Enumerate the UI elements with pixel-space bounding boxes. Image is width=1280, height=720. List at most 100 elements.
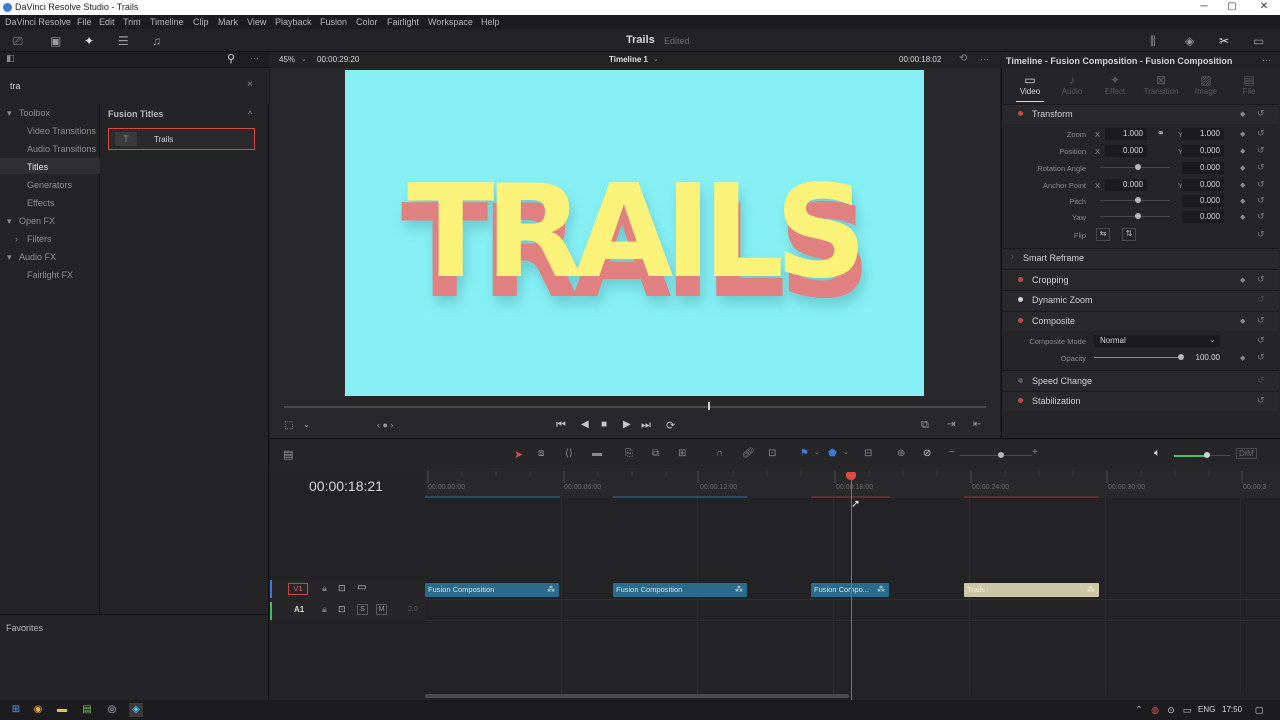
tray-chevron-icon[interactable]: ⌃ [1132, 703, 1146, 717]
menu-color[interactable]: Color [356, 17, 378, 27]
position-lock-icon[interactable]: ⊡ [768, 448, 776, 459]
tab-transition[interactable]: ⊠ Transition [1139, 73, 1183, 96]
keyframe-icon[interactable]: ◆ [1240, 317, 1245, 325]
stop-icon[interactable]: ■ [601, 419, 607, 430]
blade-tool-icon[interactable]: ▬ [592, 448, 602, 459]
keyframe-icon[interactable]: ◆ [1240, 147, 1245, 155]
keyframe-icon[interactable]: ◆ [1240, 130, 1245, 138]
overwrite-clip-icon[interactable]: ⧉ [652, 448, 659, 459]
favorites-label[interactable]: Favorites [6, 623, 43, 633]
link-icon[interactable]: ⚭ [1157, 128, 1165, 139]
zoom-out-icon[interactable]: − [949, 447, 955, 458]
menu-file[interactable]: File [77, 17, 92, 27]
next-edit-icon[interactable]: ⇥ [947, 419, 955, 430]
notifications-icon[interactable]: ▢ [1252, 703, 1266, 717]
enable-toggle[interactable] [1018, 277, 1023, 282]
anchor-y-field[interactable]: 0.000 [1182, 179, 1224, 191]
edit-index-icon[interactable]: ☰ [118, 34, 129, 48]
zoom-x-field[interactable]: 1.000 [1105, 128, 1147, 140]
caret-down-icon[interactable]: ▾ [7, 216, 12, 227]
snapping-icon[interactable]: ∩ [716, 448, 723, 459]
chevron-down-icon[interactable]: ⌄ [653, 55, 659, 63]
enable-toggle[interactable] [1018, 318, 1023, 323]
notes-icon[interactable]: ▤ [80, 703, 94, 717]
tab-video[interactable]: ▭ Video [1008, 73, 1052, 96]
tree-item-titles[interactable]: Titles [27, 162, 48, 172]
keyframe-icon[interactable]: ◆ [1240, 354, 1245, 362]
jog-icon[interactable]: ‹ ● › [377, 420, 393, 430]
menu-mark[interactable]: Mark [218, 17, 238, 27]
enable-toggle[interactable] [1018, 111, 1023, 116]
reset-icon[interactable]: ↺ [1257, 229, 1265, 240]
go-to-end-icon[interactable]: ⏭ [641, 419, 651, 432]
keyframe-icon[interactable]: ◆ [1240, 197, 1245, 205]
flip-horizontal-icon[interactable]: ⇆ [1096, 228, 1110, 241]
keyframe-icon[interactable]: ◆ [1240, 110, 1245, 118]
chevron-down-icon[interactable]: ⌄ [843, 448, 849, 456]
metadata-panel-icon[interactable]: ◈ [1185, 34, 1194, 48]
yaw-field[interactable]: 0.000 [1182, 211, 1224, 223]
collapse-icon[interactable]: ^ [248, 109, 252, 119]
timeline-view-options-icon[interactable]: ▤ [283, 448, 293, 461]
opacity-slider[interactable] [1094, 357, 1180, 358]
flip-vertical-icon[interactable]: ⇅ [1122, 228, 1136, 241]
menu-playback[interactable]: Playback [275, 17, 312, 27]
lock-icon[interactable]: 🔒︎ [322, 604, 327, 615]
folder-icon[interactable]: ▬ [55, 703, 69, 717]
tab-image[interactable]: ▨ Image [1184, 73, 1228, 96]
more-options-icon[interactable]: ··· [980, 54, 989, 64]
scrubber-handle[interactable] [708, 402, 710, 410]
viewer-scrubber[interactable] [284, 406, 986, 408]
keyframe-icon[interactable]: ◆ [1240, 213, 1245, 221]
tab-file[interactable]: ▤ File [1227, 73, 1271, 96]
replace-clip-icon[interactable]: ⊞ [678, 448, 686, 459]
tree-item-toolbox[interactable]: Toolbox [19, 108, 50, 118]
caret-down-icon[interactable]: ▾ [7, 252, 12, 263]
caret-right-icon[interactable]: › [1011, 252, 1014, 261]
slider-knob[interactable] [1135, 197, 1141, 203]
tree-item-audio-transitions[interactable]: Audio Transitions [27, 144, 96, 154]
reset-icon[interactable]: ↺ [1257, 395, 1265, 406]
timeline-name[interactable]: Timeline 1 [609, 55, 648, 64]
metadata-icon[interactable]: ▣ [50, 34, 61, 48]
network-icon[interactable]: ⊙ [1164, 703, 1178, 717]
volume-slider[interactable] [1208, 455, 1230, 456]
volume-slider-fill[interactable] [1174, 455, 1208, 457]
viewer-zoom[interactable]: 45% [279, 55, 295, 64]
trim-tool-icon[interactable]: ⧈ [538, 448, 544, 459]
input-language[interactable]: ENG [1198, 705, 1215, 714]
enable-toggle[interactable] [1018, 378, 1023, 383]
playhead-handle[interactable] [846, 472, 856, 480]
menu-clip[interactable]: Clip [193, 17, 209, 27]
maximize-button[interactable]: ▢ [1216, 0, 1248, 15]
position-y-field[interactable]: 0.000 [1182, 145, 1224, 157]
clock[interactable]: 17:50 [1222, 705, 1242, 714]
insert-clip-icon[interactable]: ⎘ [625, 448, 633, 459]
tray-app-icon[interactable]: ◍ [1148, 703, 1162, 717]
reset-icon[interactable]: ↺ [1257, 335, 1265, 346]
reset-icon[interactable]: ↺ [1257, 375, 1265, 386]
zoom-y-field[interactable]: 1.000 [1182, 128, 1224, 140]
viewer-mode-icon[interactable]: ⬚ [284, 420, 293, 431]
play-reverse-icon[interactable]: ◀ [581, 419, 589, 430]
menu-timeline[interactable]: Timeline [150, 17, 184, 27]
solo-button[interactable]: S [357, 604, 368, 615]
panel-toggle-icon[interactable]: ◧ [6, 53, 15, 64]
reset-icon[interactable]: ↺ [1257, 315, 1265, 326]
keyframe-icon[interactable]: ◆ [1240, 181, 1245, 189]
chevron-down-icon[interactable]: ⌄ [814, 448, 820, 456]
reset-icon[interactable]: ↺ [1257, 162, 1265, 173]
inspector-icon[interactable]: ✂ [1219, 34, 1229, 48]
tab-audio[interactable]: ♪ Audio [1050, 73, 1094, 96]
track-enable-icon[interactable]: ▭ [357, 582, 366, 593]
dim-button[interactable]: DIM [1236, 448, 1257, 459]
lock-icon[interactable]: 🔒︎ [322, 583, 327, 594]
menu-view[interactable]: View [247, 17, 266, 27]
tab-effect[interactable]: ✦ Effect [1093, 73, 1137, 96]
reset-icon[interactable]: ↺ [1257, 128, 1265, 139]
tree-item-effects[interactable]: Effects [27, 198, 54, 208]
loop-icon[interactable]: ⟲ [959, 53, 967, 64]
reset-icon[interactable]: ↺ [1257, 274, 1265, 285]
pitch-field[interactable]: 0.000 [1182, 195, 1224, 207]
opacity-field[interactable]: 100.00 [1182, 352, 1224, 364]
